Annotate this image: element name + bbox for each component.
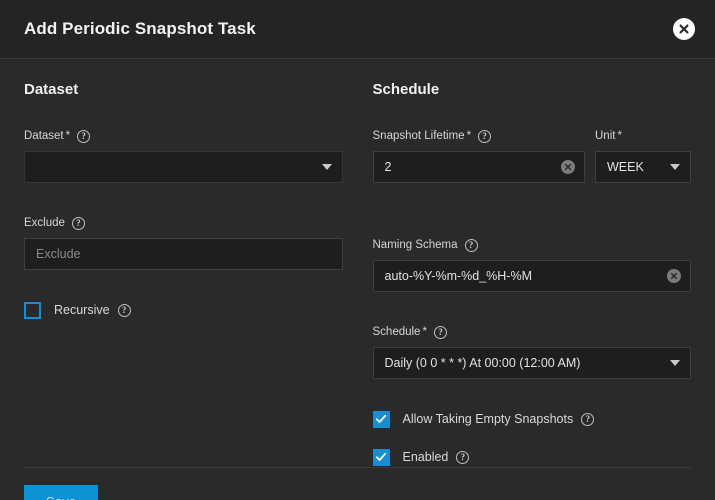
recursive-label: Recursive xyxy=(54,303,110,317)
schedule-select-value: Daily (0 0 * * *) At 00:00 (12:00 AM) xyxy=(385,356,581,370)
exclude-input-wrap xyxy=(24,238,343,270)
naming-schema-label-row: Naming Schema ? xyxy=(373,237,692,253)
enabled-label: Enabled xyxy=(403,450,449,464)
snapshot-lifetime-input-wrap xyxy=(373,151,586,183)
dataset-required-marker: * xyxy=(66,130,70,142)
help-icon[interactable]: ? xyxy=(465,239,478,252)
allow-empty-checkbox-row[interactable]: Allow Taking Empty Snapshots ? xyxy=(373,409,692,429)
snapshot-lifetime-field: Snapshot Lifetime* ? xyxy=(373,128,586,183)
naming-schema-input-wrap xyxy=(373,260,692,292)
naming-schema-input[interactable] xyxy=(373,260,692,292)
dialog-header: Add Periodic Snapshot Task xyxy=(0,0,715,59)
dialog-footer: Save xyxy=(0,467,715,500)
dialog-body: Dataset Dataset* ? Exclude ? xyxy=(0,59,715,467)
schedule-select[interactable]: Daily (0 0 * * *) At 00:00 (12:00 AM) xyxy=(373,347,692,379)
unit-label: Unit xyxy=(595,130,615,142)
schedule-label-row: Schedule* ? xyxy=(373,324,692,340)
schedule-label: Schedule xyxy=(373,326,421,338)
dataset-select-wrap xyxy=(24,151,343,183)
footer-divider xyxy=(24,467,691,468)
clear-icon[interactable] xyxy=(561,160,575,174)
help-icon[interactable]: ? xyxy=(72,217,85,230)
clear-icon[interactable] xyxy=(667,269,681,283)
unit-field: Unit* WEEK xyxy=(595,128,691,183)
exclude-label: Exclude xyxy=(24,217,65,229)
snapshot-lifetime-required-marker: * xyxy=(467,130,471,142)
dataset-label: Dataset xyxy=(24,130,64,142)
snapshot-lifetime-input[interactable] xyxy=(373,151,586,183)
help-icon[interactable]: ? xyxy=(478,130,491,143)
enabled-checkbox[interactable] xyxy=(373,449,390,466)
allow-empty-checkbox[interactable] xyxy=(373,411,390,428)
add-periodic-snapshot-task-dialog: Add Periodic Snapshot Task Dataset Datas… xyxy=(0,0,715,500)
save-button[interactable]: Save xyxy=(24,485,98,500)
unit-required-marker: * xyxy=(617,130,621,142)
unit-select-value: WEEK xyxy=(607,160,644,174)
help-icon[interactable]: ? xyxy=(581,413,594,426)
schedule-section-title: Schedule xyxy=(373,81,692,98)
dataset-label-row: Dataset* ? xyxy=(24,128,343,144)
exclude-field: Exclude ? xyxy=(24,215,343,270)
schedule-field: Schedule* ? Daily (0 0 * * *) At 00:00 (… xyxy=(373,324,692,379)
snapshot-lifetime-label: Snapshot Lifetime xyxy=(373,130,465,142)
help-icon[interactable]: ? xyxy=(77,130,90,143)
dataset-section-title: Dataset xyxy=(24,81,343,98)
schedule-select-wrap: Daily (0 0 * * *) At 00:00 (12:00 AM) xyxy=(373,347,692,379)
help-icon[interactable]: ? xyxy=(118,304,131,317)
naming-schema-label: Naming Schema xyxy=(373,239,458,251)
recursive-checkbox-row[interactable]: Recursive ? xyxy=(24,300,343,320)
allow-empty-label: Allow Taking Empty Snapshots xyxy=(403,412,574,426)
unit-select-wrap: WEEK xyxy=(595,151,691,183)
schedule-required-marker: * xyxy=(422,326,426,338)
dataset-select[interactable] xyxy=(24,151,343,183)
naming-schema-field: Naming Schema ? xyxy=(373,237,692,292)
dataset-field: Dataset* ? xyxy=(24,128,343,183)
help-icon[interactable]: ? xyxy=(434,326,447,339)
lifetime-unit-row: Snapshot Lifetime* ? Unit* xyxy=(373,128,692,205)
snapshot-lifetime-label-row: Snapshot Lifetime* ? xyxy=(373,128,586,144)
exclude-input[interactable] xyxy=(24,238,343,270)
dialog-title: Add Periodic Snapshot Task xyxy=(24,19,256,39)
unit-label-row: Unit* xyxy=(595,128,691,144)
exclude-label-row: Exclude ? xyxy=(24,215,343,231)
unit-select[interactable]: WEEK xyxy=(595,151,691,183)
enabled-checkbox-row[interactable]: Enabled ? xyxy=(373,447,692,467)
dataset-section: Dataset Dataset* ? Exclude ? xyxy=(24,81,343,467)
close-icon[interactable] xyxy=(673,18,695,40)
schedule-section: Schedule Snapshot Lifetime* ? xyxy=(373,81,692,467)
help-icon[interactable]: ? xyxy=(456,451,469,464)
recursive-checkbox[interactable] xyxy=(24,302,41,319)
